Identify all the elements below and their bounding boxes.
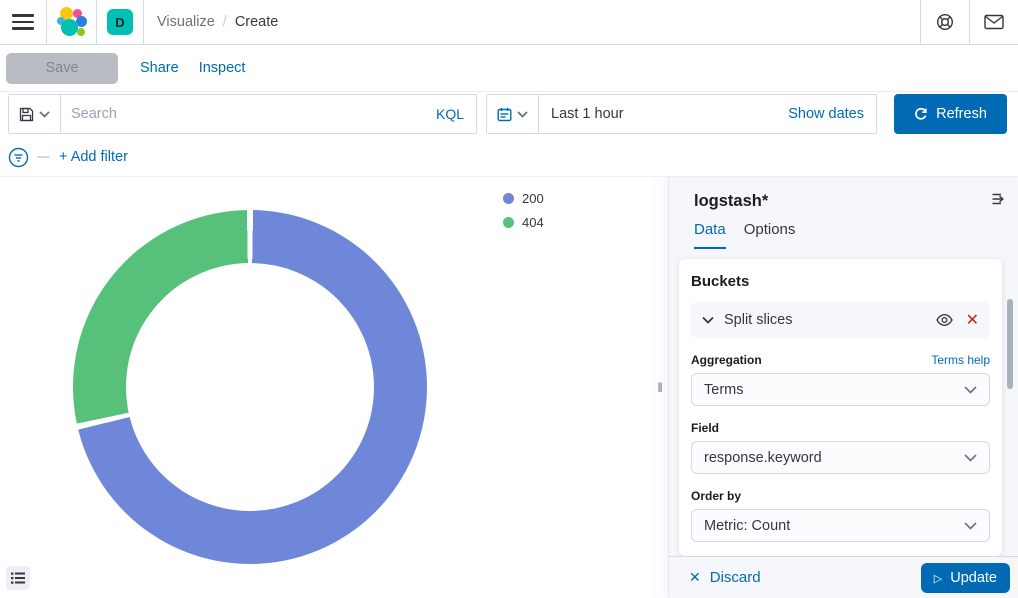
aggregation-select[interactable]: Terms (691, 373, 990, 406)
query-bar: KQL Last 1 hour Show dates Refresh (0, 92, 1018, 138)
elastic-logo-icon (57, 7, 87, 37)
collapse-panel-button[interactable] (990, 191, 1006, 207)
update-button[interactable]: ▷ Update (921, 563, 1010, 593)
legend-item-404[interactable]: 404 (503, 215, 544, 230)
donut-chart[interactable] (73, 210, 427, 564)
aggregation-value: Terms (704, 382, 964, 398)
visualization-panel: 200 404 (0, 177, 652, 598)
newsfeed-button[interactable] (970, 0, 1018, 44)
kql-language-button[interactable]: KQL (436, 106, 476, 122)
index-pattern-title: logstash* (694, 190, 1004, 212)
chevron-down-icon (964, 454, 977, 462)
tab-options[interactable]: Options (744, 221, 796, 249)
split-slices-label[interactable]: Split slices (724, 312, 936, 328)
list-icon (11, 572, 25, 584)
date-picker-group: Last 1 hour Show dates (486, 94, 877, 134)
filter-options-icon[interactable] (8, 147, 29, 168)
show-dates-button[interactable]: Show dates (788, 106, 876, 122)
field-section: Field response.keyword (691, 421, 990, 474)
add-filter-button[interactable]: + Add filter (59, 149, 128, 165)
legend-item-200[interactable]: 200 (503, 191, 544, 206)
refresh-label: Refresh (936, 106, 987, 122)
buckets-heading: Buckets (691, 273, 990, 290)
breadcrumb-separator: / (223, 14, 227, 30)
mail-icon (984, 14, 1004, 30)
space-selector[interactable]: D (97, 0, 143, 44)
refresh-button[interactable]: Refresh (894, 94, 1007, 134)
visualization-editor-panel: logstash* Data Options Buckets (668, 177, 1018, 598)
hamburger-icon (12, 14, 34, 30)
main-content: 200 404 ‖ logstash* (0, 177, 1018, 598)
space-badge: D (107, 9, 133, 35)
order-by-select[interactable]: Metric: Count (691, 509, 990, 542)
breadcrumb: Visualize / Create (144, 0, 278, 44)
inspect-button[interactable]: Inspect (199, 60, 246, 76)
terms-help-link[interactable]: Terms help (931, 353, 990, 367)
editor-footer: ✕ Discard ▷ Update (669, 556, 1018, 598)
filter-divider (37, 156, 50, 158)
aggregation-label: Aggregation (691, 353, 762, 367)
editor-tabs: Data Options (694, 221, 1004, 249)
play-icon: ▷ (934, 572, 942, 585)
aggregation-section: Aggregation Terms help Terms (691, 353, 990, 406)
buckets-card: Buckets Split slices ✕ Aggregation (679, 259, 1002, 556)
calendar-icon (497, 107, 512, 122)
chevron-down-icon (964, 386, 977, 394)
breadcrumb-visualize[interactable]: Visualize (157, 14, 215, 30)
chevron-down-icon (517, 111, 528, 118)
filter-bar: + Add filter (0, 138, 1018, 177)
chevron-down-icon (39, 111, 50, 118)
saved-query-menu-button[interactable] (9, 95, 61, 133)
field-value: response.keyword (704, 450, 964, 466)
editor-header: logstash* Data Options (669, 177, 1018, 249)
legend-dot-404 (503, 217, 514, 228)
legend-label-200: 200 (522, 191, 544, 206)
date-quick-menu-button[interactable] (487, 95, 539, 133)
legend-toggle-button[interactable] (6, 566, 30, 590)
toggle-visibility-button[interactable] (936, 314, 953, 326)
refresh-icon (914, 107, 928, 121)
field-select[interactable]: response.keyword (691, 441, 990, 474)
visualize-toolbar: Save Share Inspect (0, 45, 1018, 92)
update-label: Update (950, 570, 997, 586)
legend-dot-200 (503, 193, 514, 204)
tab-data[interactable]: Data (694, 221, 726, 249)
field-label: Field (691, 421, 719, 435)
top-chrome-bar: D Visualize / Create (0, 0, 1018, 45)
remove-bucket-button[interactable]: ✕ (966, 310, 979, 330)
order-by-value: Metric: Count (704, 518, 964, 534)
search-input[interactable] (61, 95, 436, 133)
panel-resizer-handle[interactable]: ‖ (652, 177, 668, 598)
x-icon: ✕ (689, 569, 701, 586)
eye-icon (936, 314, 953, 326)
help-lifebuoy-icon (935, 12, 955, 32)
chevron-down-icon (964, 522, 977, 530)
chart-legend: 200 404 (503, 191, 544, 230)
order-by-label: Order by (691, 489, 741, 503)
breadcrumb-create: Create (235, 14, 279, 30)
help-button[interactable] (921, 0, 969, 44)
legend-label-404: 404 (522, 215, 544, 230)
order-by-section: Order by Metric: Count (691, 489, 990, 542)
donut-hole (126, 263, 374, 511)
menu-button[interactable] (0, 0, 46, 44)
time-range-value[interactable]: Last 1 hour (539, 106, 788, 122)
discard-button[interactable]: ✕ Discard (689, 569, 761, 586)
discard-label: Discard (710, 569, 761, 586)
panel-scrollbar-thumb[interactable] (1007, 299, 1013, 389)
save-button[interactable]: Save (6, 53, 118, 84)
chevron-down-icon[interactable] (702, 316, 714, 324)
kibana-app: D Visualize / Create (0, 0, 1018, 598)
share-button[interactable]: Share (140, 60, 179, 76)
save-query-icon (19, 107, 34, 122)
x-icon: ✕ (966, 310, 979, 330)
search-bar-group: KQL (8, 94, 477, 134)
split-slices-row: Split slices ✕ (691, 302, 990, 338)
header-actions (920, 0, 1018, 44)
collapse-right-icon (990, 191, 1006, 207)
elastic-home-button[interactable] (47, 0, 96, 44)
